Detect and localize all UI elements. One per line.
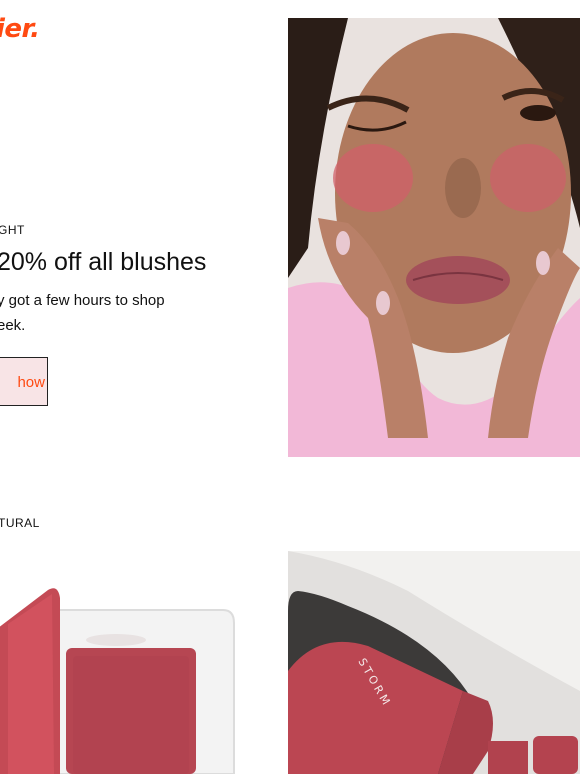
storm-product-photo: STORM bbox=[288, 551, 580, 774]
shop-now-button[interactable]: how bbox=[0, 357, 48, 406]
promo-eyebrow: GHT bbox=[0, 223, 25, 237]
model-photo bbox=[288, 18, 580, 457]
blush-compact-photo bbox=[0, 548, 238, 774]
promo-body: y got a few hours to shop eek. bbox=[0, 292, 165, 334]
brand-logo[interactable]: ier. bbox=[0, 14, 40, 44]
section-eyebrow: TURAL bbox=[0, 516, 40, 530]
promo-headline: 20% off all blushes bbox=[0, 248, 207, 276]
